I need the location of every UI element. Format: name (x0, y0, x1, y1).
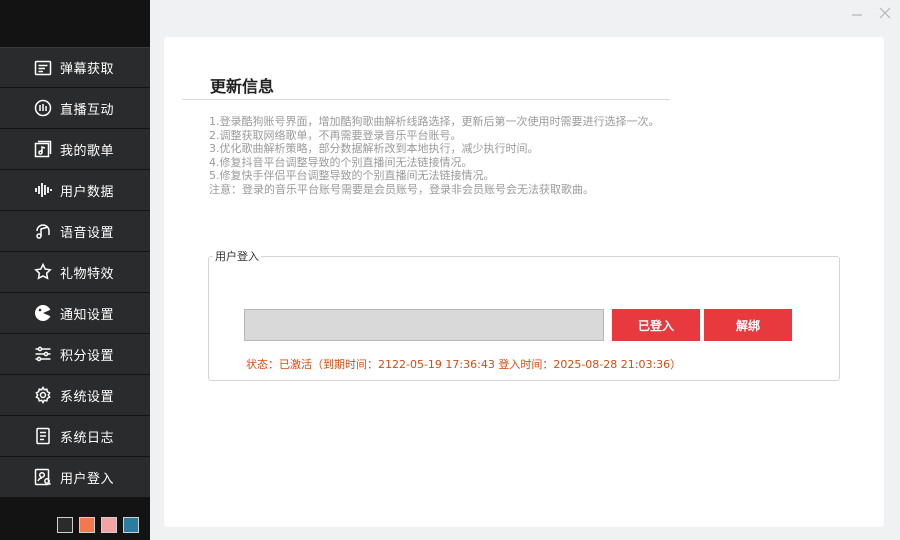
account-input[interactable] (244, 309, 604, 341)
sidebar-item-label: 用户数据 (60, 184, 115, 200)
sidebar-item-user-login[interactable]: 用户登入 (0, 457, 150, 498)
theme-swatch-pink[interactable] (101, 517, 117, 533)
notify-icon (34, 304, 52, 322)
login-group-legend: 用户登入 (215, 250, 259, 263)
sidebar-item-label: 系统日志 (60, 430, 115, 446)
sidebar-item-label: 积分设置 (60, 348, 115, 364)
activation-status: 状态：已激活（到期时间：2122-05-19 17:36:43 登入时间：202… (246, 358, 682, 371)
sidebar-item-system-settings[interactable]: 系统设置 (0, 375, 150, 416)
sidebar-item-label: 用户登入 (60, 471, 115, 487)
sidebar-item-label: 系统设置 (60, 389, 115, 405)
sidebar-item-voice[interactable]: 语音设置 (0, 211, 150, 252)
title-divider (182, 99, 670, 100)
sidebar-item-label: 礼物特效 (60, 266, 115, 282)
window-controls (850, 6, 892, 20)
points-icon (34, 345, 52, 363)
sidebar-item-label: 弹幕获取 (60, 62, 115, 77)
user-data-icon (34, 181, 52, 199)
gear-icon (34, 386, 52, 404)
update-note: 4.修复抖音平台调整导致的个别直播间无法链接情况。 (209, 155, 473, 169)
theme-swatch-dark[interactable] (57, 517, 73, 533)
danmaku-icon (34, 59, 52, 77)
main-card: 更新信息 1.登录酷狗账号界面，增加酷狗歌曲解析线路选择，更新后第一次使用时需要… (164, 37, 884, 527)
sidebar-item-label: 语音设置 (60, 225, 115, 241)
unbind-button[interactable]: 解绑 (704, 309, 792, 341)
update-note: 2.调整获取网络歌单，不再需要登录音乐平台账号。 (209, 128, 462, 142)
sidebar: 弹幕获取 直播互动 我的歌单 用户数据 语音设置 礼物特效 通知设置 积分设置 … (0, 0, 150, 540)
playlist-icon (34, 140, 52, 158)
page-title: 更新信息 (210, 77, 275, 96)
live-interact-icon (34, 99, 52, 117)
sidebar-item-notify[interactable]: 通知设置 (0, 293, 150, 334)
minimize-button[interactable] (850, 6, 864, 20)
theme-swatches (57, 517, 139, 533)
close-icon (879, 4, 891, 23)
update-note: 1.登录酷狗账号界面，增加酷狗歌曲解析线路选择，更新后第一次使用时需要进行选择一… (209, 115, 660, 128)
close-button[interactable] (878, 6, 892, 20)
update-notes: 1.登录酷狗账号界面，增加酷狗歌曲解析线路选择，更新后第一次使用时需要进行选择一… (209, 115, 849, 197)
update-note: 5.修复快手伴侣平台调整导致的个别直播间无法链接情况。 (209, 169, 495, 183)
sidebar-item-danmaku[interactable]: 弹幕获取 (0, 47, 150, 88)
minimize-icon (851, 4, 863, 23)
sidebar-item-gift-effect[interactable]: 礼物特效 (0, 252, 150, 293)
user-login-group: 用户登入 已登入 解绑 状态：已激活（到期时间：2122-05-19 17:36… (208, 248, 840, 381)
gift-effect-icon (34, 263, 52, 281)
update-note: 注意：登录的音乐平台账号需要是会员账号，登录非会员账号会无法获取歌曲。 (209, 182, 594, 196)
voice-icon (34, 222, 52, 240)
sidebar-item-system-log[interactable]: 系统日志 (0, 416, 150, 457)
sidebar-item-label: 通知设置 (60, 307, 115, 323)
sidebar-item-playlist[interactable]: 我的歌单 (0, 129, 150, 170)
log-icon (34, 427, 52, 445)
sidebar-item-label: 直播互动 (60, 102, 115, 118)
sidebar-item-label: 我的歌单 (60, 143, 115, 159)
sidebar-item-live-interact[interactable]: 直播互动 (0, 88, 150, 129)
theme-swatch-orange[interactable] (79, 517, 95, 533)
theme-swatch-blue[interactable] (123, 517, 139, 533)
login-button[interactable]: 已登入 (612, 309, 700, 341)
sidebar-nav: 弹幕获取 直播互动 我的歌单 用户数据 语音设置 礼物特效 通知设置 积分设置 … (0, 47, 150, 498)
update-note: 3.优化歌曲解析策略，部分数据解析改到本地执行，减少执行时间。 (209, 142, 539, 156)
user-login-icon (34, 468, 52, 486)
sidebar-item-points[interactable]: 积分设置 (0, 334, 150, 375)
sidebar-item-user-data[interactable]: 用户数据 (0, 170, 150, 211)
